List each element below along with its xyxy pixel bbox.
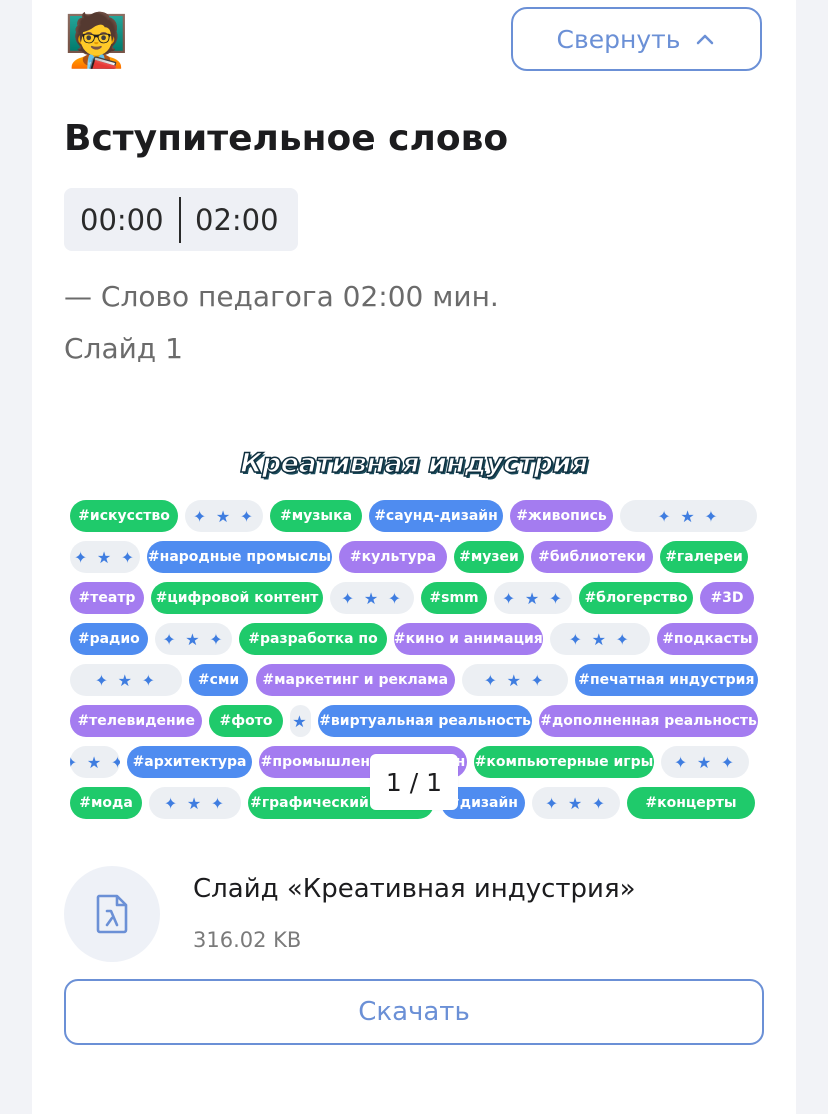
- decoration-chip: ✦ ★ ✦: [532, 787, 620, 819]
- hashtag-chip: #библиотеки: [531, 541, 653, 573]
- hashtag-chip: #кино и анимация: [393, 623, 544, 655]
- decoration-chip: ✦ ★ ✦: [70, 746, 120, 778]
- hashtag-chip: #музеи: [454, 541, 524, 573]
- hashtag-chip: #сми: [188, 664, 249, 696]
- decoration-chip: ✦ ★ ✦: [154, 623, 233, 655]
- tag-row: ✦ ★ ✦ #сми #маркетинг и реклама ✦ ★ ✦ #печат…: [64, 664, 764, 698]
- slide-pager: 1 / 1: [370, 754, 458, 810]
- document-icon: [96, 894, 128, 934]
- slide-label: Слайд 1: [64, 332, 183, 365]
- hashtag-chip: #музыка: [270, 500, 362, 532]
- hashtag-chip: #мода: [70, 787, 142, 819]
- decoration-chip: ✦ ★ ✦: [289, 705, 312, 737]
- hashtag-chip: #саунд-дизайн: [369, 500, 503, 532]
- download-button[interactable]: Скачать: [64, 979, 764, 1045]
- decoration-chip: ✦ ★ ✦: [330, 582, 414, 614]
- hashtag-chip: #театр: [70, 582, 144, 614]
- decoration-chip: ✦ ★ ✦: [185, 500, 263, 532]
- teacher-emoji-icon: 🧑‍🏫: [64, 11, 129, 71]
- hashtag-chip: #архитектура: [127, 746, 252, 778]
- hashtag-chip: #культура: [339, 541, 447, 573]
- hashtag-chip: #smm: [421, 582, 487, 614]
- hashtag-chip: #печатная индустрия: [574, 664, 759, 696]
- hashtag-chip: #концерты: [627, 787, 755, 819]
- time-divider: [179, 196, 181, 243]
- slide-heading: Креативная индустрия: [240, 447, 589, 480]
- chevron-up-icon: [697, 34, 714, 45]
- time-range: 00:00 02:00: [64, 188, 298, 251]
- hashtag-chip: #радио: [70, 623, 148, 655]
- hashtag-chip: #маркетинг и реклама: [255, 664, 455, 696]
- hashtag-chip: #компьютерные игры: [474, 746, 654, 778]
- decoration-chip: ✦ ★ ✦: [70, 664, 182, 696]
- hashtag-chip: #виртуальная реальность: [318, 705, 532, 737]
- tag-row: #радио ✦ ★ ✦ #разработка по #кино и анимаци…: [64, 623, 764, 657]
- decoration-chip: ✦ ★ ✦: [620, 500, 757, 532]
- file-name: Слайд «Креативная индустрия»: [193, 874, 636, 904]
- hashtag-chip: #подкасты: [656, 623, 759, 655]
- hashtag-chip: #3D: [700, 582, 754, 614]
- hashtag-chip: #фото: [209, 705, 283, 737]
- time-start: 00:00: [80, 202, 164, 237]
- hashtag-chip: #дополненная реальность: [538, 705, 759, 737]
- decoration-chip: ✦ ★ ✦: [494, 582, 572, 614]
- collapse-label: Свернуть: [556, 24, 681, 54]
- tag-row: #театр #цифровой контент ✦ ★ ✦ #smm ✦ ★ ✦ #бл…: [64, 582, 764, 616]
- collapse-button[interactable]: Свернуть: [511, 7, 762, 71]
- hashtag-chip: #разработка по: [239, 623, 387, 655]
- hashtag-chip: #цифровой контент: [151, 582, 323, 614]
- tag-row: ✦ ★ ✦ #народные промыслы #культура #музеи #б…: [64, 541, 764, 575]
- decoration-chip: ✦ ★ ✦: [461, 664, 568, 696]
- hashtag-chip: #галереи: [660, 541, 748, 573]
- hashtag-chip: #живопись: [510, 500, 613, 532]
- hashtag-chip: #искусство: [70, 500, 178, 532]
- section-title: Вступительное слово: [64, 118, 509, 159]
- time-end: 02:00: [195, 202, 279, 237]
- decoration-chip: ✦ ★ ✦: [550, 623, 650, 655]
- teacher-note: — Слово педагога 02:00 мин.: [64, 280, 499, 313]
- hashtag-chip: #телевидение: [70, 705, 203, 737]
- decoration-chip: ✦ ★ ✦: [149, 787, 241, 819]
- decoration-chip: ✦ ★ ✦: [661, 746, 749, 778]
- file-size: 316.02 KB: [193, 928, 302, 952]
- decoration-chip: ✦ ★ ✦: [70, 541, 140, 573]
- hashtag-chip: #народные промыслы: [147, 541, 332, 573]
- tag-row: #телевидение#фото ✦ ★ ✦ #виртуальная реаль…: [64, 705, 764, 739]
- file-icon: [64, 866, 160, 962]
- tag-row: #искусство ✦ ★ ✦ #музыка #саунд-дизайн #живо…: [64, 500, 764, 534]
- hashtag-chip: #блогерство: [579, 582, 693, 614]
